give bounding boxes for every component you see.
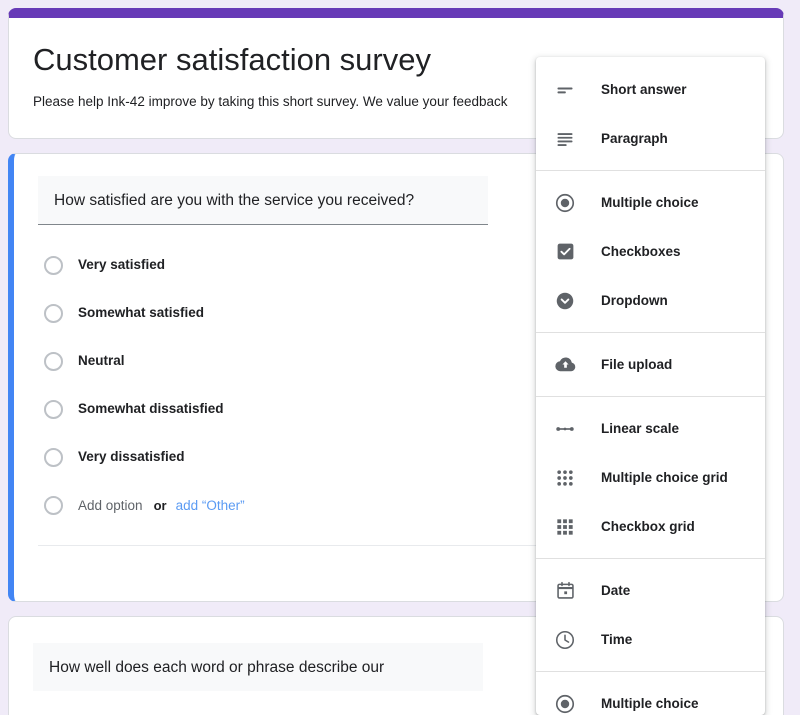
option-label[interactable]: Somewhat satisfied — [78, 303, 204, 323]
cloud-upload-icon — [553, 353, 577, 377]
menu-item-label: Date — [601, 582, 631, 598]
dropdown-icon — [553, 289, 577, 313]
menu-item-label: Multiple choice — [601, 194, 699, 210]
calendar-icon — [553, 579, 577, 603]
menu-item-dropdown[interactable]: Dropdown — [536, 276, 765, 325]
menu-item-label: File upload — [601, 356, 673, 372]
add-option-button[interactable]: Add option — [78, 498, 143, 513]
menu-divider — [536, 332, 765, 333]
menu-item-label: Short answer — [601, 81, 687, 97]
radio-button-icon[interactable] — [44, 255, 63, 275]
next-question-title[interactable]: How well does each word or phrase descri… — [33, 643, 483, 691]
option-label[interactable]: Very dissatisfied — [78, 447, 185, 467]
radio-button-icon[interactable] — [44, 351, 63, 371]
menu-item-multiple-choice-grid[interactable]: Multiple choice grid — [536, 453, 765, 502]
short-answer-icon — [553, 78, 577, 102]
menu-item-checkbox-grid[interactable]: Checkbox grid — [536, 502, 765, 551]
menu-item-label: Checkbox grid — [601, 518, 695, 534]
option-label[interactable]: Neutral — [78, 351, 125, 371]
menu-divider — [536, 558, 765, 559]
checkbox-icon — [553, 240, 577, 264]
menu-item-label: Time — [601, 631, 633, 647]
menu-item-label: Linear scale — [601, 420, 680, 436]
menu-item-time[interactable]: Time — [536, 615, 765, 664]
radio-button-icon — [44, 495, 63, 515]
menu-item-file-upload[interactable]: File upload — [536, 340, 765, 389]
menu-divider — [536, 671, 765, 672]
menu-item-label: Dropdown — [601, 292, 668, 308]
radio-button-icon[interactable] — [44, 399, 63, 419]
paragraph-icon — [553, 127, 577, 151]
add-other-button[interactable]: add “Other” — [176, 498, 245, 513]
menu-item-paragraph[interactable]: Paragraph — [536, 114, 765, 163]
clock-icon — [553, 628, 577, 652]
menu-divider — [536, 170, 765, 171]
dot-grid-icon — [553, 466, 577, 490]
radio-button-icon[interactable] — [44, 447, 63, 467]
radio-button-icon — [553, 692, 577, 715]
menu-item-label: Checkboxes — [601, 243, 681, 259]
menu-item-short-answer[interactable]: Short answer — [536, 65, 765, 114]
option-label[interactable]: Very satisfied — [78, 255, 165, 275]
or-separator-label: or — [153, 497, 167, 513]
menu-item-multiple-choice[interactable]: Multiple choice — [536, 178, 765, 227]
square-grid-icon — [553, 515, 577, 539]
menu-item-label: Multiple choice — [601, 695, 699, 711]
menu-item-linear-scale[interactable]: Linear scale — [536, 404, 765, 453]
menu-divider — [536, 396, 765, 397]
menu-item-date[interactable]: Date — [536, 566, 765, 615]
radio-button-icon — [553, 191, 577, 215]
menu-item-label: Multiple choice grid — [601, 469, 728, 485]
radio-button-icon[interactable] — [44, 303, 63, 323]
question-type-menu[interactable]: Short answer Paragraph Multiple choice C… — [536, 57, 765, 715]
option-label[interactable]: Somewhat dissatisfied — [78, 399, 224, 419]
linear-scale-icon — [553, 417, 577, 441]
question-title-input[interactable]: How satisfied are you with the service y… — [38, 176, 488, 225]
menu-item-multiple-choice-bottom[interactable]: Multiple choice — [536, 679, 765, 715]
menu-item-checkboxes[interactable]: Checkboxes — [536, 227, 765, 276]
menu-item-label: Paragraph — [601, 130, 668, 146]
